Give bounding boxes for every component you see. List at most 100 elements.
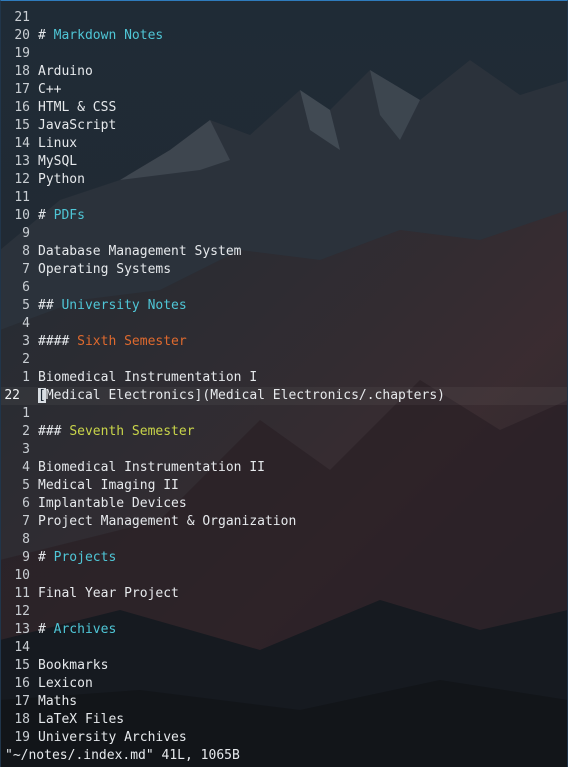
editor-line: 12 Python [1, 171, 567, 189]
line-number: 21 [14, 10, 30, 25]
editor-line: 6 [1, 279, 567, 297]
editor-line: 6 Implantable Devices [1, 495, 567, 513]
editor-line: 10 [1, 567, 567, 585]
editor-line: 9 [1, 225, 567, 243]
heading-marker: ### [38, 424, 70, 439]
line-number: 14 [14, 640, 30, 655]
line-content: Medical Electronics](Medical Electronics… [45, 388, 445, 403]
text-cursor: [ [38, 388, 46, 403]
heading-marker: # [38, 622, 54, 637]
editor-line: 13 # Archives [1, 621, 567, 639]
line-number: 15 [14, 118, 30, 133]
editor-line: 1 [1, 405, 567, 423]
line-number: 7 [22, 262, 30, 277]
line-number: 15 [14, 658, 30, 673]
heading-marker: # [38, 208, 54, 223]
line-text: Bookmarks [38, 658, 109, 673]
current-line[interactable]: 22 [Medical Electronics](Medical Electron… [1, 387, 567, 405]
heading-marker: ## [38, 298, 62, 313]
heading-text: University Notes [61, 298, 187, 313]
editor-line: 8 Database Management System [1, 243, 567, 261]
heading-text: PDFs [53, 208, 85, 223]
line-number: 3 [22, 334, 30, 349]
line-text: Database Management System [38, 244, 242, 259]
line-text: LaTeX Files [38, 712, 125, 727]
editor-line: 15 JavaScript [1, 117, 567, 135]
heading-line: ### Seventh Semester [38, 423, 195, 441]
line-number: 18 [14, 64, 30, 79]
vim-editor-window[interactable]: 21 20 # Markdown Notes 19 18 Arduino 17 C++… [0, 0, 568, 767]
line-text: Linux [38, 136, 78, 151]
line-text: C++ [38, 82, 62, 97]
line-number: 6 [22, 280, 30, 295]
heading-text: Markdown Notes [53, 28, 164, 43]
line-number: 8 [22, 532, 30, 547]
editor-line: 11 Final Year Project [1, 585, 567, 603]
editor-line: 18 LaTeX Files [1, 711, 567, 729]
status-message: "~/notes/.index.md" 41L, 1065B [5, 748, 240, 763]
editor-line: 19 University Archives [1, 729, 567, 747]
line-number: 16 [14, 676, 30, 691]
heading-text: Projects [53, 550, 117, 565]
line-number: 2 [22, 352, 30, 367]
line-number: 13 [14, 622, 30, 637]
line-number: 4 [22, 316, 30, 331]
line-number: 17 [14, 694, 30, 709]
line-number: 13 [14, 154, 30, 169]
editor-line: 1 Biomedical Instrumentation I [1, 369, 567, 387]
line-number: 5 [22, 478, 30, 493]
heading-marker: # [38, 28, 54, 43]
line-number: 5 [22, 298, 30, 313]
editor-line: 5 Medical Imaging II [1, 477, 567, 495]
editor-line: 12 [1, 603, 567, 621]
line-number: 20 [14, 28, 30, 43]
editor-line: 2 ### Seventh Semester [1, 423, 567, 441]
editor-line: 11 [1, 189, 567, 207]
line-number: 18 [14, 712, 30, 727]
editor-line: 17 C++ [1, 81, 567, 99]
line-number: 11 [14, 586, 30, 601]
line-number: 11 [14, 190, 30, 205]
editor-line: 18 Arduino [1, 63, 567, 81]
line-number: 9 [22, 550, 30, 565]
line-number: 4 [22, 460, 30, 475]
editor-line: 13 MySQL [1, 153, 567, 171]
editor-line: 19 [1, 45, 567, 63]
line-text: Implantable Devices [38, 496, 187, 511]
line-number: 8 [22, 244, 30, 259]
editor-line: 14 [1, 639, 567, 657]
editor-line: 5 ## University Notes [1, 297, 567, 315]
editor-line: 7 Project Management & Organization [1, 513, 567, 531]
line-number: 10 [14, 568, 30, 583]
line-text: Lexicon [38, 676, 93, 691]
line-number: 17 [14, 82, 30, 97]
heading-line: #### Sixth Semester [38, 333, 187, 351]
line-number: 3 [22, 442, 30, 457]
line-text: Operating Systems [38, 262, 172, 277]
line-number: 6 [22, 496, 30, 511]
editor-line: 17 Maths [1, 693, 567, 711]
current-line-number: 22 [4, 388, 20, 403]
heading-marker: # [38, 550, 54, 565]
line-text: Project Management & Organization [38, 514, 297, 529]
line-text: Arduino [38, 64, 93, 79]
line-number: 1 [22, 370, 30, 385]
editor-line: 14 Linux [1, 135, 567, 153]
line-text: Python [38, 172, 85, 187]
line-text: Biomedical Instrumentation I [38, 370, 258, 385]
heading-line: # Projects [38, 549, 116, 567]
editor-line: 4 [1, 315, 567, 333]
line-text: Maths [38, 694, 78, 709]
heading-line: # Archives [38, 621, 116, 639]
line-number: 2 [22, 424, 30, 439]
line-text[interactable]: [Medical Electronics](Medical Electronic… [38, 387, 445, 405]
line-number: 19 [14, 730, 30, 745]
heading-text: Seventh Semester [69, 424, 195, 439]
editor-line: 4 Biomedical Instrumentation II [1, 459, 567, 477]
heading-line: ## University Notes [38, 297, 187, 315]
editor-line: 8 [1, 531, 567, 549]
heading-text: Archives [53, 622, 117, 637]
line-text: JavaScript [38, 118, 117, 133]
line-number: 12 [14, 604, 30, 619]
editor-line: 7 Operating Systems [1, 261, 567, 279]
